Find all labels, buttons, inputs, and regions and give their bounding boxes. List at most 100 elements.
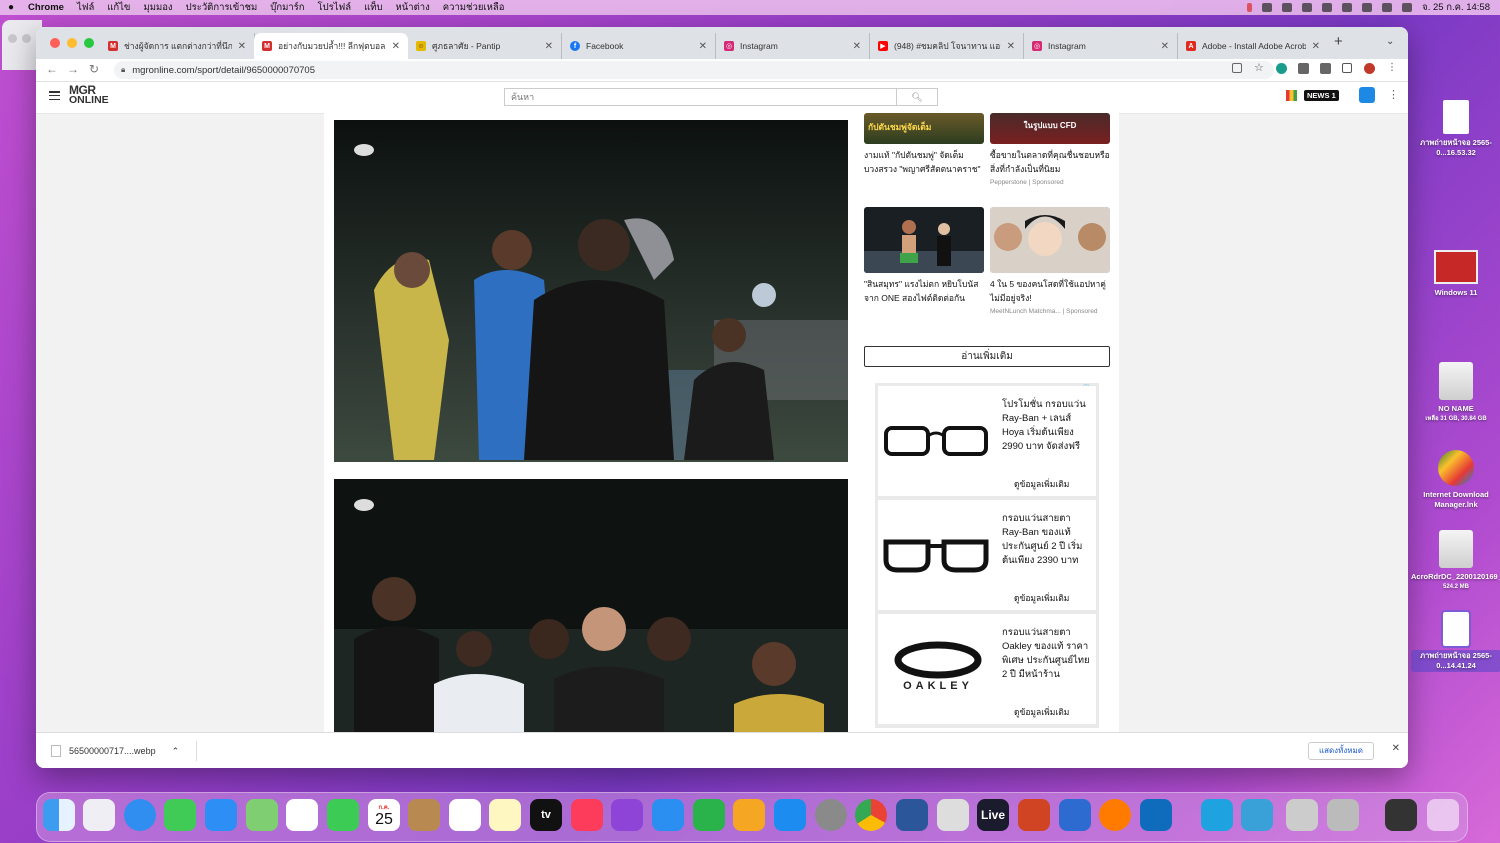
search-button[interactable]: 🔍︎ [896, 89, 937, 105]
ad-more-link[interactable]: ดูข้อมูลเพิ่มเติม [1014, 477, 1069, 491]
ad-rayban-promo[interactable]: โปรโมชั่น กรอบแว่น Ray-Ban + เลนส์ Hoya … [878, 386, 1096, 496]
grammarly-extension-icon[interactable] [1276, 63, 1287, 74]
news-card-2[interactable]: "สินสมุทร" แรงไม่ตก หยิบโบนัสจาก ONE สอง… [864, 207, 984, 305]
news-card-1[interactable]: กัปตันชมพู่จัดเต็ม งามแท้ "กัปตันชมพู่" … [864, 113, 984, 176]
control-center-icon[interactable] [1402, 3, 1413, 12]
address-bar[interactable]: 🔒︎ mgronline.com/sport/detail/9650000070… [114, 61, 1274, 79]
app-store-icon[interactable] [774, 799, 806, 831]
notion-status-icon[interactable] [1342, 3, 1353, 12]
menu-tab[interactable]: แท็บ [364, 0, 382, 15]
profile-avatar[interactable] [1364, 63, 1375, 74]
close-tab-icon[interactable]: ✕ [392, 41, 400, 52]
close-tab-icon[interactable]: ✕ [1312, 41, 1320, 52]
tab-youtube[interactable]: ▶ (948) #ชมคลิป โจนาทาน แอสลี ✕ [870, 33, 1024, 59]
mgr-online-logo[interactable]: MGR ONLINE [69, 84, 109, 105]
word-icon[interactable] [896, 799, 928, 831]
zoom-window-button[interactable] [84, 38, 94, 48]
minimize-window-button[interactable] [67, 38, 77, 48]
close-tab-icon[interactable]: ✕ [853, 41, 861, 52]
shield-status-icon[interactable] [1262, 3, 1273, 12]
tab-facebook[interactable]: f Facebook ✕ [562, 33, 716, 59]
more-options-icon[interactable]: ⋮ [1388, 88, 1399, 101]
download-chevron-icon[interactable]: ⌃ [172, 746, 180, 757]
close-window-button[interactable] [50, 38, 60, 48]
tab-mgr-1[interactable]: M ช่างผู้จัดการ แตกต่างกว่าที่นึก ลีก ✕ [100, 33, 255, 59]
show-all-downloads-button[interactable]: แสดงทั้งหมด [1307, 742, 1374, 760]
hamburger-menu-icon[interactable] [49, 91, 60, 100]
menu-app-name[interactable]: Chrome [28, 2, 64, 13]
keynote-icon[interactable] [652, 799, 684, 831]
contacts-icon[interactable] [408, 799, 440, 831]
apple-tv-icon[interactable]: tv [530, 799, 562, 831]
apple-menu-icon[interactable]: ● [8, 2, 14, 13]
desktop-no-name-drive[interactable]: NO NAME เหลือ 31 GB, 30.84 GB [1411, 362, 1500, 424]
menu-help[interactable]: ความช่วยเหลือ [443, 0, 505, 15]
bluetooth-icon[interactable] [1322, 3, 1333, 12]
menu-history[interactable]: ประวัติการเข้าชม [186, 0, 258, 15]
desktop-idm[interactable]: Internet Download Manager.lnk [1411, 450, 1500, 510]
extensions-puzzle-icon[interactable] [1298, 63, 1309, 74]
bg-window-min-dot[interactable] [22, 34, 31, 43]
menu-file[interactable]: ไฟล์ [77, 0, 94, 15]
pages-icon[interactable] [733, 799, 765, 831]
parallels-desktop-icon[interactable] [1241, 799, 1273, 831]
parallels-status-icon[interactable] [1247, 3, 1253, 12]
firefox-icon[interactable] [1099, 799, 1131, 831]
outlook-icon[interactable] [1140, 799, 1172, 831]
system-preferences-icon[interactable] [815, 799, 847, 831]
photos-icon[interactable] [286, 799, 318, 831]
tab-mgr-active[interactable]: M อย่างกับมวยปล้ำ!!! ลีกฟุตบอลสิง ✕ [254, 33, 408, 59]
site-search-input[interactable] [505, 89, 902, 105]
menu-window[interactable]: หน้าต่าง [396, 0, 430, 15]
article-photo-2[interactable] [334, 479, 848, 732]
menubar-clock[interactable]: จ. 25 ก.ค. 14:58 [1422, 0, 1490, 15]
close-tab-icon[interactable]: ✕ [1161, 41, 1169, 52]
reminders-icon[interactable] [449, 799, 481, 831]
live-app-icon[interactable]: Live [977, 799, 1009, 831]
remote-desktop-icon[interactable] [1059, 799, 1091, 831]
wifi-icon[interactable] [1362, 3, 1373, 12]
forward-arrow-icon[interactable]: → [67, 62, 79, 76]
desktop-acrord-dmg[interactable]: AcroRdrDC_2200120169_MUI 524.2 MB [1411, 530, 1500, 592]
desktop-screenshot-1[interactable]: ภาพถ่ายหน้าจอ 2565-0...16.53.32 [1411, 100, 1500, 158]
calendar-icon[interactable]: ก.ค. 25 [368, 799, 400, 831]
tab-pantip[interactable]: ☺ ศูภธลาศัย - Pantip ✕ [408, 33, 562, 59]
reload-icon[interactable]: ↻ [89, 62, 99, 76]
menu-bookmarks[interactable]: บุ๊กมาร์ก [270, 0, 304, 15]
read-more-button[interactable]: อ่านเพิ่มเติม [864, 346, 1110, 367]
safari-icon[interactable] [124, 799, 156, 831]
preview-icon[interactable] [937, 799, 969, 831]
notes-icon[interactable] [489, 799, 521, 831]
ad-more-link[interactable]: ดูข้อมูลเพิ่มเติม [1014, 705, 1069, 719]
play-status-icon[interactable] [1302, 3, 1313, 12]
menu-view[interactable]: มุมมอง [143, 0, 172, 15]
news1-badge[interactable]: NEWS 1 [1304, 90, 1339, 101]
screenshots-stack-icon[interactable] [1385, 799, 1417, 831]
powerpoint-icon[interactable] [1018, 799, 1050, 831]
bar-chart-icon[interactable] [1286, 90, 1297, 101]
launchpad-icon[interactable] [83, 799, 115, 831]
new-tab-plus-icon[interactable]: + [1334, 33, 1343, 50]
finder-icon[interactable] [43, 799, 75, 831]
facetime-icon[interactable] [327, 799, 359, 831]
messages-icon[interactable] [164, 799, 196, 831]
tab-instagram-1[interactable]: ◎ Instagram ✕ [716, 33, 870, 59]
download-item[interactable]: 56500000717....webp ⌃ [46, 741, 197, 761]
menu-profiles[interactable]: โปรไฟล์ [318, 0, 352, 15]
bookmark-star-icon[interactable]: ☆ [1254, 61, 1265, 74]
desktop-windows11[interactable]: Windows 11 [1411, 250, 1500, 298]
mail-icon[interactable] [205, 799, 237, 831]
documents-stack-icon[interactable] [1327, 799, 1359, 831]
close-tab-icon[interactable]: ✕ [545, 41, 553, 52]
close-tab-icon[interactable]: ✕ [699, 41, 707, 52]
sponsored-card-1[interactable]: ในรูปแบบ CFD ซื้อขายในตลาดที่คุณชื่นชอบห… [990, 113, 1110, 188]
tab-adobe[interactable]: A Adobe - Install Adobe Acrobat ✕ [1178, 33, 1328, 59]
app-icon[interactable] [1359, 87, 1375, 103]
bg-window-close-dot[interactable] [8, 34, 17, 43]
menu-edit[interactable]: แก้ไข [107, 0, 130, 15]
chrome-dock-icon[interactable] [855, 799, 887, 831]
close-download-bar-icon[interactable]: ✕ [1392, 743, 1400, 754]
lock-icon[interactable]: 🔒︎ [121, 65, 125, 75]
share-icon[interactable] [1232, 63, 1242, 73]
maps-icon[interactable] [246, 799, 278, 831]
